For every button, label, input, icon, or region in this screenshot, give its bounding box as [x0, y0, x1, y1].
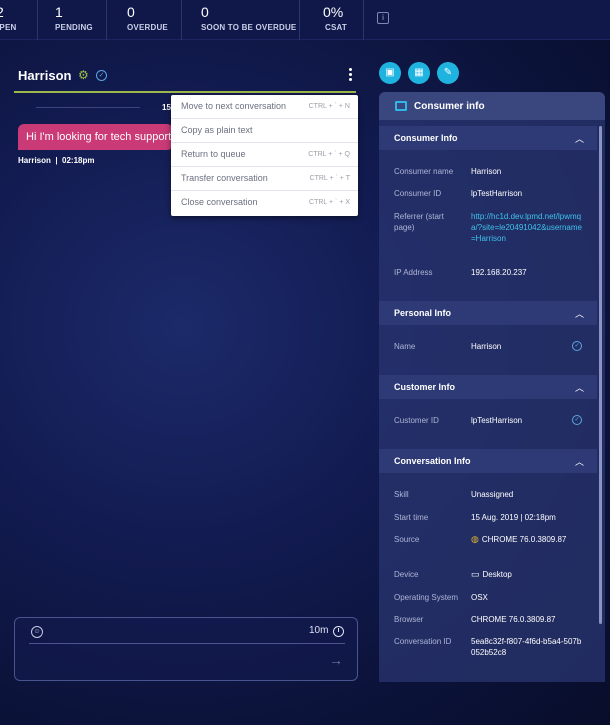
verified-icon: ✓ — [96, 70, 107, 81]
menu-item-label: Move to next conversation — [181, 101, 287, 111]
composer-divider — [29, 643, 345, 644]
panel-header: Consumer info — [379, 92, 605, 120]
field-label: IP Address — [394, 268, 433, 277]
section-title: Customer Info — [394, 382, 456, 392]
field-value: CHROME 76.0.3809.87 — [481, 535, 567, 544]
field-value: 5ea8c32f-f807-4f6d-b5a4-507b052b52c8 — [471, 637, 582, 657]
menu-item-label: Transfer conversation — [181, 173, 268, 183]
section-conversation-info[interactable]: Conversation Info ︿ — [379, 449, 597, 473]
response-timer: 10m — [309, 625, 329, 636]
chevron-up-icon[interactable]: ︿ — [575, 455, 584, 468]
menu-item-label: Close conversation — [181, 197, 258, 207]
emoji-icon[interactable]: ☺ — [31, 626, 43, 638]
section-consumer-info[interactable]: Consumer Info ︿ — [379, 126, 597, 150]
field-label: Referrer (start page) — [394, 212, 444, 232]
stats-bar: 2 OPEN 1 PENDING 0 OVERDUE 0 SOON TO BE … — [0, 0, 610, 40]
stat-overdue-value: 0 — [127, 4, 135, 20]
menu-item-return-to-queue[interactable]: Return to queue CTRL + ` + Q — [171, 143, 358, 167]
stat-soon-overdue-label: SOON TO BE OVERDUE — [201, 23, 297, 32]
panel-title: Consumer info — [414, 101, 485, 112]
field-label: Operating System — [394, 593, 459, 602]
menu-item-shortcut: CTRL + ` + X — [309, 199, 350, 206]
field-label: Start time — [394, 513, 429, 522]
stat-soon-overdue-value: 0 — [201, 4, 209, 20]
section-title: Consumer Info — [394, 133, 458, 143]
section-personal-info[interactable]: Personal Info ︿ — [379, 301, 597, 325]
gear-icon[interactable]: ⚙ — [78, 68, 89, 82]
consumer-name: Harrison — [18, 68, 72, 83]
desktop-icon: ▭ — [471, 569, 480, 579]
panel-scrollbar[interactable] — [599, 126, 602, 624]
menu-item-copy-plain-text[interactable]: Copy as plain text — [171, 119, 358, 143]
stat-open[interactable]: 2 OPEN — [0, 0, 38, 40]
device-value: ▭ Desktop — [471, 569, 583, 580]
field-value: Harrison — [471, 167, 502, 176]
field-value: 192.168.20.237 — [471, 268, 527, 277]
field-label: Source — [394, 535, 420, 544]
referrer-link[interactable]: http://hc1d.dev.lpmd.net/lpwmqa/?site=le… — [471, 211, 583, 244]
send-arrow-icon[interactable]: → — [329, 652, 343, 668]
verified-icon: ✓ — [572, 415, 582, 425]
menu-item-next-conversation[interactable]: Move to next conversation CTRL + ` + N — [171, 95, 358, 119]
notes-widget-button[interactable]: ✎ — [437, 62, 459, 84]
field-value: Desktop — [482, 570, 512, 579]
message-meta: Harrison | 02:18pm — [18, 156, 95, 165]
stat-soon-overdue[interactable]: 0 SOON TO BE OVERDUE — [182, 0, 300, 40]
chevron-up-icon[interactable]: ︿ — [575, 381, 584, 394]
menu-item-shortcut: CTRL + ` + Q — [308, 151, 350, 158]
section-title: Personal Info — [394, 308, 452, 318]
source-value: ◍ CHROME 76.0.3809.87 — [471, 534, 583, 545]
consumer-info-panel: Consumer info Consumer Info ︿ Consumer n… — [379, 92, 605, 682]
more-options-icon[interactable] — [346, 68, 354, 84]
date-separator — [36, 107, 140, 108]
menu-item-shortcut: CTRL + ` + T — [309, 175, 350, 182]
field-label: Customer ID — [394, 416, 439, 425]
stat-pending-label: PENDING — [55, 23, 93, 32]
stat-csat-label: CSAT — [325, 23, 347, 32]
date-separator-label: 15 — [162, 103, 171, 112]
stat-open-label: OPEN — [0, 23, 17, 32]
section-customer-info[interactable]: Customer Info ︿ — [379, 375, 597, 399]
consumer-info-widget-button[interactable]: ▣ — [379, 62, 401, 84]
chrome-icon: ◍ — [471, 534, 479, 544]
field-label: Skill — [394, 490, 409, 499]
info-icon[interactable]: i — [377, 12, 389, 24]
field-value: OSX — [471, 593, 488, 602]
field-value: Harrison — [471, 342, 502, 351]
verified-icon: ✓ — [572, 341, 582, 351]
section-title: Conversation Info — [394, 456, 471, 466]
field-label: Browser — [394, 615, 424, 624]
field-value: lpTestHarrison — [471, 416, 523, 425]
stat-csat[interactable]: 0% CSAT — [300, 0, 364, 40]
field-value: lpTestHarrison — [471, 189, 523, 198]
field-value: CHROME 76.0.3809.87 — [471, 615, 556, 624]
menu-item-transfer-conversation[interactable]: Transfer conversation CTRL + ` + T — [171, 167, 358, 191]
stat-pending[interactable]: 1 PENDING — [38, 0, 107, 40]
menu-item-close-conversation[interactable]: Close conversation CTRL + ` + X — [171, 191, 358, 215]
chevron-up-icon[interactable]: ︿ — [575, 132, 584, 145]
field-label: Consumer name — [394, 167, 454, 176]
field-label: Consumer ID — [394, 189, 442, 198]
stat-overdue[interactable]: 0 OVERDUE — [107, 0, 182, 40]
history-widget-button[interactable]: ▦ — [408, 62, 430, 84]
id-card-icon — [395, 101, 407, 111]
field-value: Unassigned — [471, 490, 514, 499]
clock-icon — [333, 626, 344, 637]
stat-open-value: 2 — [0, 4, 4, 20]
header-underline — [14, 91, 356, 93]
message-composer[interactable]: ☺ 10m → — [14, 617, 358, 681]
menu-item-label: Copy as plain text — [181, 125, 253, 135]
stat-overdue-label: OVERDUE — [127, 23, 168, 32]
stat-csat-value: 0% — [323, 4, 344, 20]
menu-item-shortcut: CTRL + ` + N — [308, 103, 350, 110]
field-label: Device — [394, 570, 419, 579]
message-bubble: Hi I'm looking for tech support — [18, 124, 173, 150]
field-value: 15 Aug. 2019 | 02:18pm — [471, 513, 556, 522]
field-label: Name — [394, 342, 416, 351]
field-label: Conversation ID — [394, 637, 452, 646]
chevron-up-icon[interactable]: ︿ — [575, 307, 584, 320]
stat-pending-value: 1 — [55, 4, 63, 20]
menu-item-label: Return to queue — [181, 149, 246, 159]
context-menu: Move to next conversation CTRL + ` + N C… — [171, 95, 358, 216]
